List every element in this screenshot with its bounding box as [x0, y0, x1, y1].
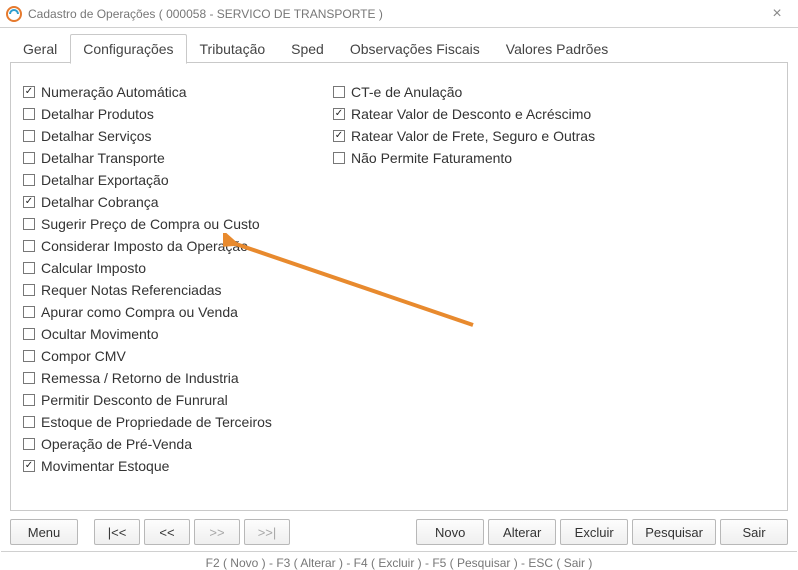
prev-button[interactable]: <<	[144, 519, 190, 545]
checkbox-box[interactable]	[23, 262, 35, 274]
options-column-right: CT-e de Anulação Ratear Valor de Desconto…	[333, 81, 663, 477]
checkbox-label: CT-e de Anulação	[351, 84, 462, 100]
checkbox-sugerir-preco[interactable]: Sugerir Preço de Compra ou Custo	[23, 213, 333, 235]
checkbox-box[interactable]	[23, 240, 35, 252]
checkbox-box[interactable]	[23, 108, 35, 120]
checkbox-label: Estoque de Propriedade de Terceiros	[41, 414, 272, 430]
checkbox-box[interactable]	[333, 152, 345, 164]
checkbox-ratear-frete[interactable]: Ratear Valor de Frete, Seguro e Outras	[333, 125, 663, 147]
checkbox-box[interactable]	[23, 196, 35, 208]
checkbox-label: Detalhar Produtos	[41, 106, 154, 122]
window-title: Cadastro de Operações ( 000058 - SERVICO…	[28, 7, 762, 21]
checkbox-label: Considerar Imposto da Operação	[41, 238, 248, 254]
checkbox-box[interactable]	[23, 306, 35, 318]
tab-tributacao[interactable]: Tributação	[187, 34, 279, 63]
close-icon[interactable]: ×	[762, 4, 792, 24]
last-button[interactable]: >>|	[244, 519, 290, 545]
checkbox-requer-notas[interactable]: Requer Notas Referenciadas	[23, 279, 333, 301]
tab-content: Numeração Automática Detalhar Produtos Det…	[10, 63, 788, 511]
checkbox-calcular-imposto[interactable]: Calcular Imposto	[23, 257, 333, 279]
checkbox-label: Calcular Imposto	[41, 260, 146, 276]
status-bar: F2 ( Novo ) - F3 ( Alterar ) - F4 ( Excl…	[1, 551, 797, 570]
checkbox-label: Detalhar Exportação	[41, 172, 169, 188]
checkbox-movimentar-estoque[interactable]: Movimentar Estoque	[23, 455, 333, 477]
checkbox-box[interactable]	[23, 372, 35, 384]
checkbox-cte-anulacao[interactable]: CT-e de Anulação	[333, 81, 663, 103]
checkbox-numeracao-automatica[interactable]: Numeração Automática	[23, 81, 333, 103]
checkbox-box[interactable]	[333, 108, 345, 120]
checkbox-label: Detalhar Serviços	[41, 128, 152, 144]
checkbox-ratear-desconto[interactable]: Ratear Valor de Desconto e Acréscimo	[333, 103, 663, 125]
checkbox-box[interactable]	[23, 394, 35, 406]
checkbox-operacao-prevenda[interactable]: Operação de Pré-Venda	[23, 433, 333, 455]
checkbox-label: Movimentar Estoque	[41, 458, 169, 474]
tab-configuracoes[interactable]: Configurações	[70, 34, 186, 64]
checkbox-box[interactable]	[23, 152, 35, 164]
status-text: F2 ( Novo ) - F3 ( Alterar ) - F4 ( Excl…	[206, 556, 593, 570]
checkbox-estoque-terceiros[interactable]: Estoque de Propriedade de Terceiros	[23, 411, 333, 433]
checkbox-label: Sugerir Preço de Compra ou Custo	[41, 216, 260, 232]
checkbox-detalhar-produtos[interactable]: Detalhar Produtos	[23, 103, 333, 125]
checkbox-box[interactable]	[23, 416, 35, 428]
checkbox-label: Detalhar Cobrança	[41, 194, 159, 210]
checkbox-nao-permite-faturamento[interactable]: Não Permite Faturamento	[333, 147, 663, 169]
checkbox-remessa-retorno[interactable]: Remessa / Retorno de Industria	[23, 367, 333, 389]
first-button[interactable]: |<<	[94, 519, 140, 545]
checkbox-label: Compor CMV	[41, 348, 126, 364]
checkbox-detalhar-exportacao[interactable]: Detalhar Exportação	[23, 169, 333, 191]
checkbox-detalhar-servicos[interactable]: Detalhar Serviços	[23, 125, 333, 147]
checkbox-box[interactable]	[333, 86, 345, 98]
checkbox-box[interactable]	[23, 350, 35, 362]
checkbox-label: Permitir Desconto de Funrural	[41, 392, 228, 408]
checkbox-detalhar-transporte[interactable]: Detalhar Transporte	[23, 147, 333, 169]
menu-button[interactable]: Menu	[10, 519, 78, 545]
checkbox-box[interactable]	[23, 460, 35, 472]
sair-button[interactable]: Sair	[720, 519, 788, 545]
checkbox-box[interactable]	[23, 218, 35, 230]
tab-valores[interactable]: Valores Padrões	[493, 34, 621, 63]
tab-sped[interactable]: Sped	[278, 34, 337, 63]
checkbox-box[interactable]	[23, 174, 35, 186]
checkbox-considerar-imposto[interactable]: Considerar Imposto da Operação	[23, 235, 333, 257]
checkbox-label: Numeração Automática	[41, 84, 187, 100]
tab-row: Geral Configurações Tributação Sped Obse…	[0, 28, 798, 63]
tab-geral[interactable]: Geral	[10, 34, 70, 63]
button-row: Menu |<< << >> >>| Novo Alterar Excluir …	[10, 519, 788, 545]
checkbox-box[interactable]	[23, 284, 35, 296]
checkbox-ocultar-movimento[interactable]: Ocultar Movimento	[23, 323, 333, 345]
checkbox-label: Apurar como Compra ou Venda	[41, 304, 238, 320]
app-icon	[6, 6, 22, 22]
excluir-button[interactable]: Excluir	[560, 519, 628, 545]
checkbox-label: Ratear Valor de Frete, Seguro e Outras	[351, 128, 595, 144]
checkbox-apurar-compra-venda[interactable]: Apurar como Compra ou Venda	[23, 301, 333, 323]
next-button[interactable]: >>	[194, 519, 240, 545]
checkbox-label: Ocultar Movimento	[41, 326, 158, 342]
titlebar: Cadastro de Operações ( 000058 - SERVICO…	[0, 0, 798, 28]
checkbox-box[interactable]	[333, 130, 345, 142]
checkbox-label: Requer Notas Referenciadas	[41, 282, 222, 298]
checkbox-label: Não Permite Faturamento	[351, 150, 512, 166]
checkbox-box[interactable]	[23, 130, 35, 142]
alterar-button[interactable]: Alterar	[488, 519, 556, 545]
tab-observacoes[interactable]: Observações Fiscais	[337, 34, 493, 63]
checkbox-label: Remessa / Retorno de Industria	[41, 370, 239, 386]
checkbox-label: Detalhar Transporte	[41, 150, 165, 166]
checkbox-box[interactable]	[23, 86, 35, 98]
checkbox-compor-cmv[interactable]: Compor CMV	[23, 345, 333, 367]
options-column-left: Numeração Automática Detalhar Produtos Det…	[23, 81, 333, 477]
checkbox-box[interactable]	[23, 328, 35, 340]
checkbox-permitir-funrural[interactable]: Permitir Desconto de Funrural	[23, 389, 333, 411]
checkbox-label: Operação de Pré-Venda	[41, 436, 192, 452]
checkbox-label: Ratear Valor de Desconto e Acréscimo	[351, 106, 591, 122]
checkbox-detalhar-cobranca[interactable]: Detalhar Cobrança	[23, 191, 333, 213]
checkbox-box[interactable]	[23, 438, 35, 450]
novo-button[interactable]: Novo	[416, 519, 484, 545]
pesquisar-button[interactable]: Pesquisar	[632, 519, 716, 545]
